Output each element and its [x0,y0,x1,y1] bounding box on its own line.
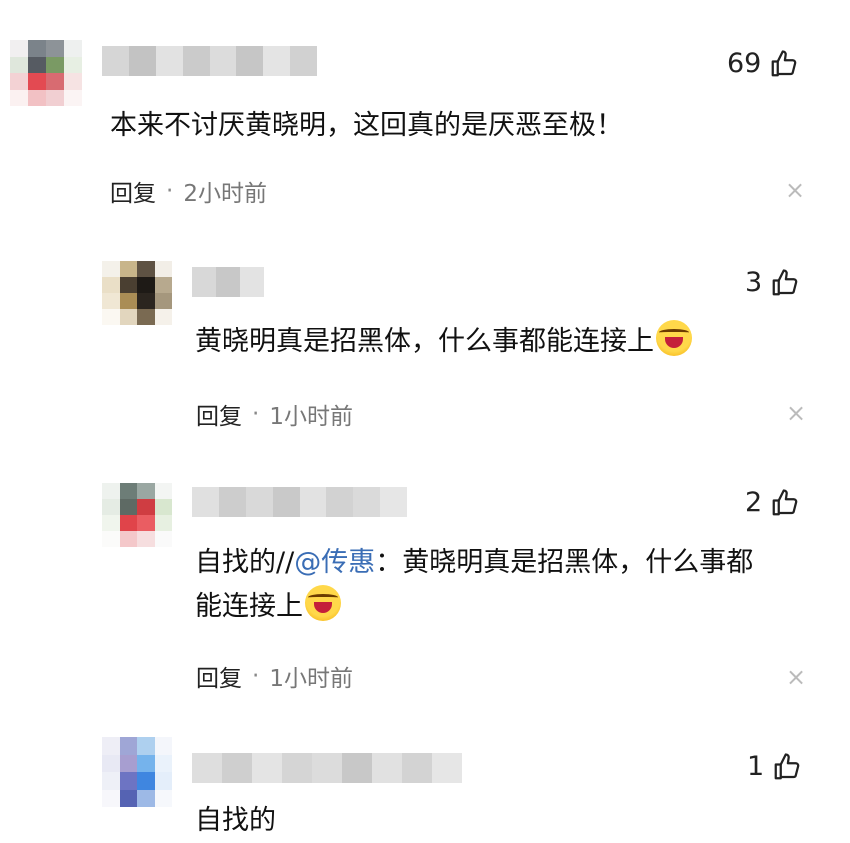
comment-text-body: 黄晓明真是招黑体，什么事都能连接上 [195,326,654,357]
mention-link[interactable]: @传惠 [294,547,375,578]
close-icon[interactable]: × [786,663,806,691]
reply-item: 3 黄晓明真是招黑体，什么事都能连接上 回复 · 1小时前 × [0,225,850,455]
avatar[interactable] [102,483,172,547]
comment-meta: 回复 · 1小时前 [196,659,353,693]
avatar[interactable] [102,737,172,807]
comment-text-rest: ：黄晓明真是招黑体，什么事都 [375,547,754,578]
comment-text: 自找的//@传惠：黄晓明真是招黑体，什么事都 能连接上 [195,541,753,629]
timestamp: 1小时前 [269,404,353,430]
separator-dot: · [252,401,260,427]
separator-dot: · [252,663,260,689]
like-count: 2 [745,487,763,518]
thumbs-up-icon[interactable] [769,49,799,79]
username-blurred[interactable] [192,487,407,517]
like-control[interactable]: 3 [745,267,800,298]
reply-item: 1 自找的 [0,725,850,836]
comment-text-prefix: 自找的// [195,547,295,578]
avatar[interactable] [10,40,82,106]
separator-dot: · [166,178,174,204]
username-blurred[interactable] [102,46,317,76]
thumbs-up-icon[interactable] [770,488,800,518]
laughing-crying-emoji-icon [656,320,692,356]
like-control[interactable]: 2 [745,487,800,518]
like-count: 69 [727,48,762,79]
timestamp: 2小时前 [183,181,267,207]
comment-text-line2: 能连接上 [195,591,303,622]
timestamp: 1小时前 [269,666,353,692]
thumbs-up-icon[interactable] [772,752,802,782]
close-icon[interactable]: × [786,399,806,427]
username-blurred[interactable] [192,753,462,783]
comment-text-line: 自找的//@传惠：黄晓明真是招黑体，什么事都 [195,541,753,585]
comment-meta: 回复 · 1小时前 [196,397,353,431]
like-control[interactable]: 1 [747,751,802,782]
reply-item: 2 自找的//@传惠：黄晓明真是招黑体，什么事都 能连接上 回复 · 1小时前 … [0,455,850,725]
avatar[interactable] [102,261,172,325]
reply-button[interactable]: 回复 [196,397,242,431]
close-icon[interactable]: × [785,176,805,204]
comment-text: 黄晓明真是招黑体，什么事都能连接上 [195,320,692,364]
reply-button[interactable]: 回复 [110,174,156,208]
username-blurred[interactable] [192,267,264,297]
laughing-crying-emoji-icon [305,585,341,621]
thumbs-up-icon[interactable] [770,268,800,298]
reply-button[interactable]: 回复 [196,659,242,693]
comment-text-line: 能连接上 [195,585,753,629]
comment-item: 69 本来不讨厌黄晓明，这回真的是厌恶至极！ 回复 · 2小时前 × [0,0,850,225]
like-control[interactable]: 69 [727,48,799,79]
like-count: 3 [745,267,763,298]
like-count: 1 [747,751,765,782]
comment-text: 本来不讨厌黄晓明，这回真的是厌恶至极！ [110,110,623,141]
comment-meta: 回复 · 2小时前 [110,174,267,208]
comment-text: 自找的 [195,805,276,836]
